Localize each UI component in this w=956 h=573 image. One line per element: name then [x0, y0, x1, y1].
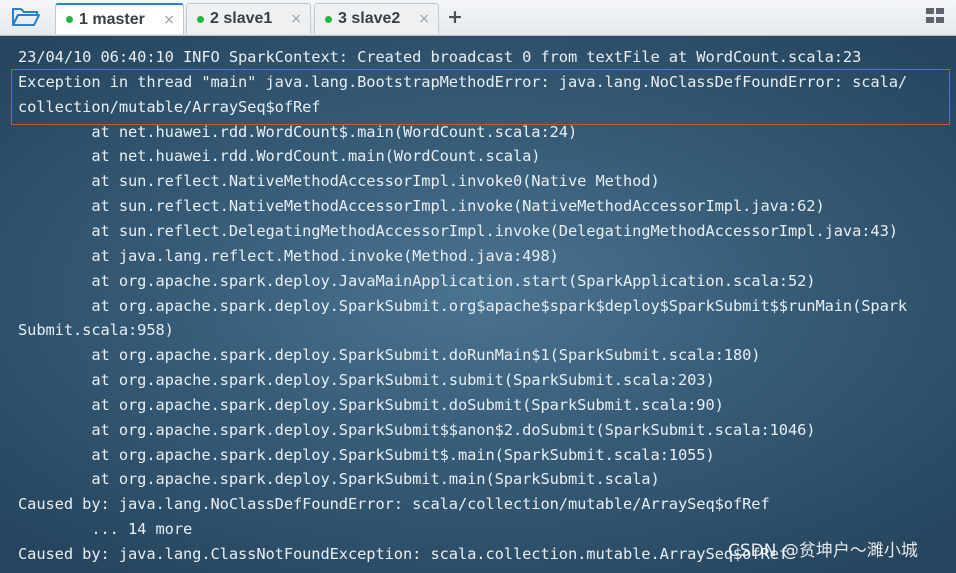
terminal-line: at sun.reflect.NativeMethodAccessorImpl.…: [18, 197, 825, 216]
terminal-line: at org.apache.spark.deploy.SparkSubmit.d…: [18, 346, 761, 365]
tab-master[interactable]: 1 master ×: [55, 3, 184, 34]
tab-slave1[interactable]: 2 slave1 ×: [186, 3, 311, 34]
connected-status-icon: [197, 15, 204, 23]
tab-label: 2 slave1: [210, 10, 273, 27]
terminal-line: at org.apache.spark.deploy.SparkSubmit$$…: [18, 420, 816, 439]
error-highlight-box: [11, 69, 950, 125]
terminal-line: ... 14 more: [18, 520, 193, 539]
terminal-line: at java.lang.reflect.Method.invoke(Metho…: [18, 246, 559, 265]
watermark: CSDN @贫坤户～濉小城: [728, 541, 918, 561]
connected-status-icon: [66, 16, 73, 23]
grid-layout-icon[interactable]: [926, 8, 946, 26]
terminal-line: Caused by: java.lang.NoClassDefFoundErro…: [18, 495, 770, 514]
terminal-line: 23/04/10 06:40:10 INFO SparkContext: Cre…: [18, 48, 862, 66]
tab-bar: 1 master × 2 slave1 × 3 slave2 × +: [0, 0, 956, 36]
terminal-line: at org.apache.spark.deploy.SparkSubmit.d…: [18, 395, 724, 414]
terminal-line: Caused by: java.lang.ClassNotFoundExcept…: [18, 545, 788, 563]
close-tab-icon[interactable]: ×: [290, 12, 302, 26]
tab-label: 3 slave2: [338, 10, 401, 27]
terminal-line: at org.apache.spark.deploy.SparkSubmit.o…: [18, 296, 908, 315]
terminal-line: at org.apache.spark.deploy.SparkSubmit.s…: [18, 371, 715, 390]
terminal-output[interactable]: 23/04/10 06:40:10 INFO SparkContext: Cre…: [0, 36, 956, 573]
terminal-line: at org.apache.spark.deploy.JavaMainAppli…: [18, 271, 816, 290]
connected-status-icon: [325, 15, 332, 23]
folder-open-icon: [12, 8, 40, 26]
terminal-line: at org.apache.spark.deploy.SparkSubmit.m…: [18, 470, 660, 489]
close-tab-icon[interactable]: ×: [418, 12, 430, 26]
tab-slave2[interactable]: 3 slave2 ×: [314, 3, 439, 34]
terminal-line: at sun.reflect.NativeMethodAccessorImpl.…: [18, 172, 660, 191]
close-tab-icon[interactable]: ×: [163, 13, 175, 27]
terminal-line: at net.huawei.rdd.WordCount.main(WordCou…: [18, 147, 541, 166]
add-tab-button[interactable]: +: [444, 6, 466, 28]
open-folder-button[interactable]: [6, 4, 46, 30]
terminal-line: Submit.scala:958): [18, 321, 174, 340]
terminal-line: at sun.reflect.DelegatingMethodAccessorI…: [18, 221, 898, 240]
tab-label: 1 master: [79, 10, 145, 28]
terminal-line: at org.apache.spark.deploy.SparkSubmit$.…: [18, 445, 715, 464]
